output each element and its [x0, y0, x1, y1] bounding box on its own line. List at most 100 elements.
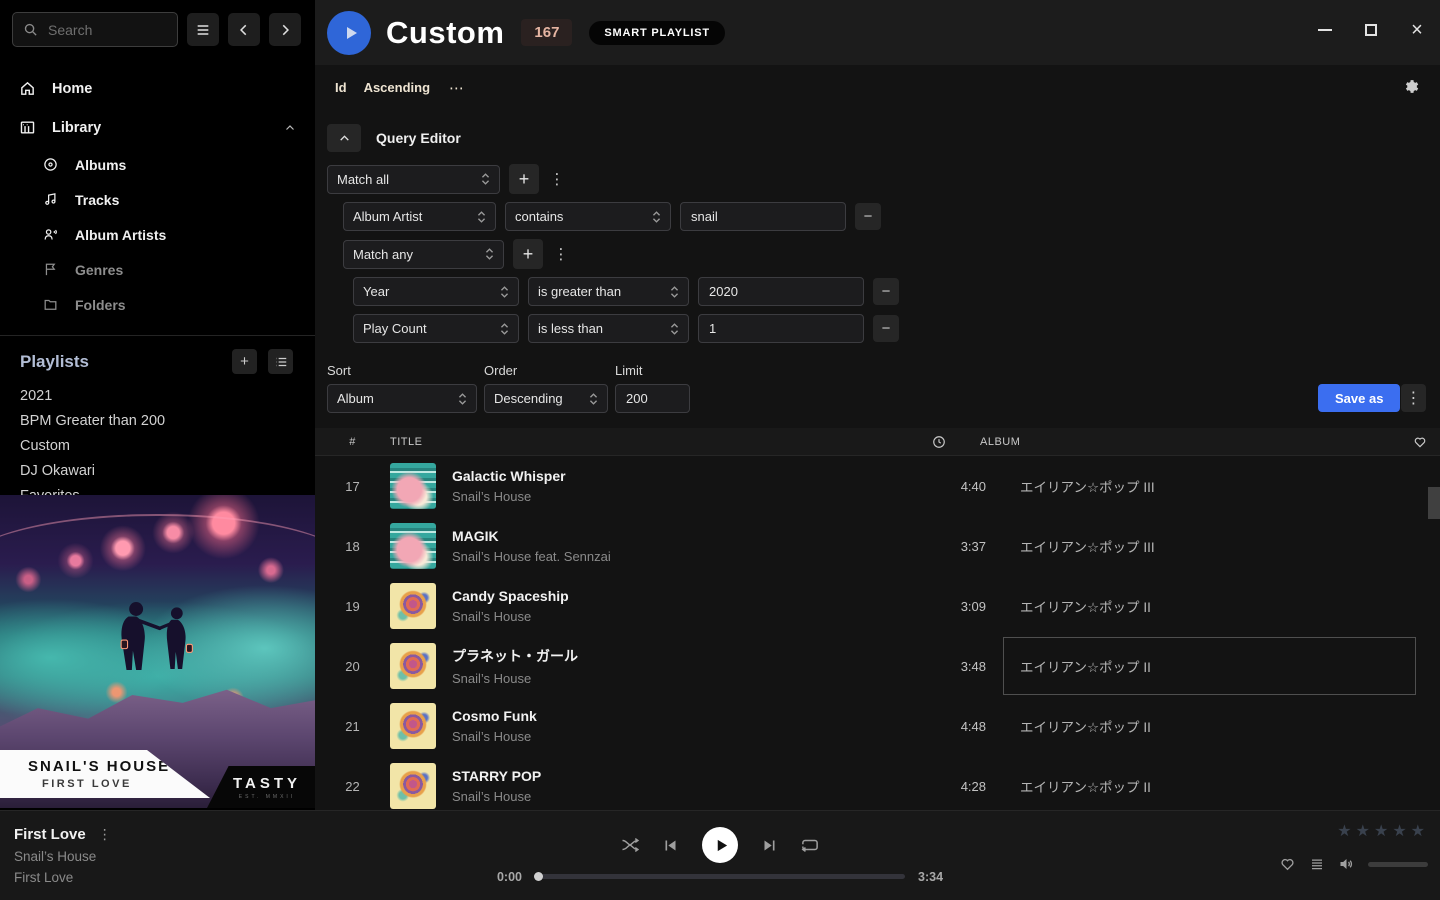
playlist-item[interactable]: BPM Greater than 200: [20, 408, 315, 433]
rule-operator-select[interactable]: contains: [505, 202, 671, 231]
playlist-item[interactable]: DJ Okawari: [20, 458, 315, 483]
save-as-button[interactable]: Save as: [1318, 384, 1400, 412]
sidebar-item-tracks[interactable]: Tracks: [43, 182, 315, 217]
rule-operator-select[interactable]: is less than: [528, 314, 689, 343]
table-row[interactable]: 21 Cosmo Funk Snail’s House 4:48 エイリアン☆ポ…: [315, 696, 1440, 756]
queue-icon[interactable]: [1309, 857, 1325, 872]
match-type-select[interactable]: Match all: [327, 165, 500, 194]
minimize-icon: [1318, 29, 1332, 31]
rule-field-select[interactable]: Play Count: [353, 314, 519, 343]
seek-bar[interactable]: [535, 874, 905, 879]
table-row[interactable]: 17 Galactic Whisper Snail’s House 4:40 エ…: [315, 456, 1440, 516]
add-rule-button[interactable]: +: [509, 164, 539, 194]
add-playlist-button[interactable]: +: [232, 349, 257, 374]
maximize-button[interactable]: [1363, 22, 1379, 38]
table-row[interactable]: 19 Candy Spaceship Snail’s House 3:09 エイ…: [315, 576, 1440, 636]
column-header-album[interactable]: ALBUM: [946, 436, 1400, 448]
remove-rule-button[interactable]: −: [873, 315, 899, 342]
group-options-icon[interactable]: ⋮: [552, 239, 570, 269]
play-playlist-button[interactable]: [327, 11, 371, 55]
query-rule: Year is greater than −: [353, 277, 1440, 306]
now-playing-artist[interactable]: Snail’s House: [14, 849, 112, 864]
rule-value-input[interactable]: [680, 202, 846, 231]
save-options-icon[interactable]: ⋮: [1401, 384, 1426, 412]
playlist-item[interactable]: 2021: [20, 383, 315, 408]
now-playing-album-art[interactable]: SNAIL'S HOUSE FIRST LOVE TASTY EST. MMXI…: [0, 495, 315, 808]
now-playing-title[interactable]: First Love: [14, 826, 86, 843]
match-type-select[interactable]: Match any: [343, 240, 504, 269]
volume-slider[interactable]: [1368, 862, 1428, 867]
settings-gear-icon[interactable]: [1402, 78, 1419, 95]
repeat-icon[interactable]: [801, 837, 819, 853]
query-sort-select[interactable]: Album: [327, 384, 477, 413]
app-window: Home Library Albums: [0, 0, 1440, 900]
collapse-chevron-icon[interactable]: [284, 122, 296, 134]
star-icon[interactable]: ★: [1337, 821, 1351, 841]
playlist-header: Custom 167 SMART PLAYLIST ×: [315, 0, 1440, 65]
now-playing-album[interactable]: First Love: [14, 870, 112, 885]
star-icon[interactable]: ★: [1374, 821, 1388, 841]
sidebar-item-folders[interactable]: Folders: [43, 287, 315, 322]
duration-clock-icon[interactable]: [876, 435, 946, 449]
add-rule-button[interactable]: +: [513, 239, 543, 269]
selector-chevrons-icon: [670, 322, 679, 336]
search-input[interactable]: [46, 21, 167, 39]
sidebar-item-album-artists[interactable]: Album Artists: [43, 217, 315, 252]
rule-value-input[interactable]: [698, 314, 864, 343]
scrollbar-thumb[interactable]: [1428, 487, 1440, 519]
seek-knob[interactable]: [534, 872, 543, 881]
collapse-query-editor-button[interactable]: [327, 124, 361, 152]
previous-track-icon[interactable]: [663, 838, 678, 853]
play-pause-button[interactable]: [702, 827, 738, 863]
track-album-focused[interactable]: エイリアン☆ポップ II: [986, 636, 1440, 696]
rule-value-input[interactable]: [698, 277, 864, 306]
column-header-index[interactable]: #: [315, 436, 390, 448]
close-icon: ×: [1411, 22, 1423, 38]
track-title: Candy Spaceship: [452, 588, 916, 604]
menu-icon[interactable]: [187, 13, 219, 46]
group-options-icon[interactable]: ⋮: [548, 164, 566, 194]
favorite-heart-icon[interactable]: [1400, 435, 1440, 449]
playlist-item[interactable]: Custom: [20, 433, 315, 458]
shuffle-icon[interactable]: [621, 837, 639, 853]
remove-rule-button[interactable]: −: [855, 203, 881, 230]
sidebar-item-genres[interactable]: Genres: [43, 252, 315, 287]
selector-chevrons-icon: [670, 285, 679, 299]
column-header-title[interactable]: TITLE: [390, 436, 876, 448]
track-artist: Snail’s House: [452, 671, 916, 686]
table-row[interactable]: 20 プラネット・ガール Snail’s House 3:48 エイリアン☆ポッ…: [315, 636, 1440, 696]
rule-field-select[interactable]: Year: [353, 277, 519, 306]
selector-chevrons-icon: [652, 210, 661, 224]
favorite-heart-icon[interactable]: [1279, 856, 1296, 872]
sort-direction-button[interactable]: Ascending: [364, 80, 430, 95]
table-row[interactable]: 18 MAGIK Snail’s House feat. Sennzai 3:3…: [315, 516, 1440, 576]
rule-operator-select[interactable]: is greater than: [528, 277, 689, 306]
now-playing-options-icon[interactable]: ⋮: [98, 826, 112, 843]
volume-icon[interactable]: [1338, 856, 1355, 872]
star-icon[interactable]: ★: [1392, 821, 1406, 841]
star-icon[interactable]: ★: [1356, 821, 1370, 841]
track-album: エイリアン☆ポップ II: [986, 576, 1440, 636]
track-title: Galactic Whisper: [452, 468, 916, 484]
table-row[interactable]: 22 STARRY POP Snail’s House 4:28 エイリアン☆ポ…: [315, 756, 1440, 810]
nav-forward-button[interactable]: [269, 13, 301, 46]
remove-rule-button[interactable]: −: [873, 278, 899, 305]
sidebar-item-albums[interactable]: Albums: [43, 147, 315, 182]
art-label-name: TASTY: [233, 775, 301, 792]
star-icon[interactable]: ★: [1411, 821, 1425, 841]
query-order-select[interactable]: Descending: [484, 384, 608, 413]
playlist-list-view-button[interactable]: [268, 349, 293, 374]
nav-back-button[interactable]: [228, 13, 260, 46]
more-options-icon[interactable]: ⋯: [449, 79, 465, 97]
search-box[interactable]: [12, 12, 178, 47]
close-button[interactable]: ×: [1409, 22, 1425, 38]
sidebar-item-home[interactable]: Home: [0, 69, 315, 108]
sidebar-item-library[interactable]: Library: [0, 108, 315, 147]
next-track-icon[interactable]: [762, 838, 777, 853]
sort-field-button[interactable]: Id: [335, 80, 347, 95]
query-limit-input[interactable]: [615, 384, 690, 413]
album-cover-thumbnail: [390, 703, 436, 749]
minimize-button[interactable]: [1317, 22, 1333, 38]
page-title: Custom: [386, 15, 504, 51]
rule-field-select[interactable]: Album Artist: [343, 202, 496, 231]
